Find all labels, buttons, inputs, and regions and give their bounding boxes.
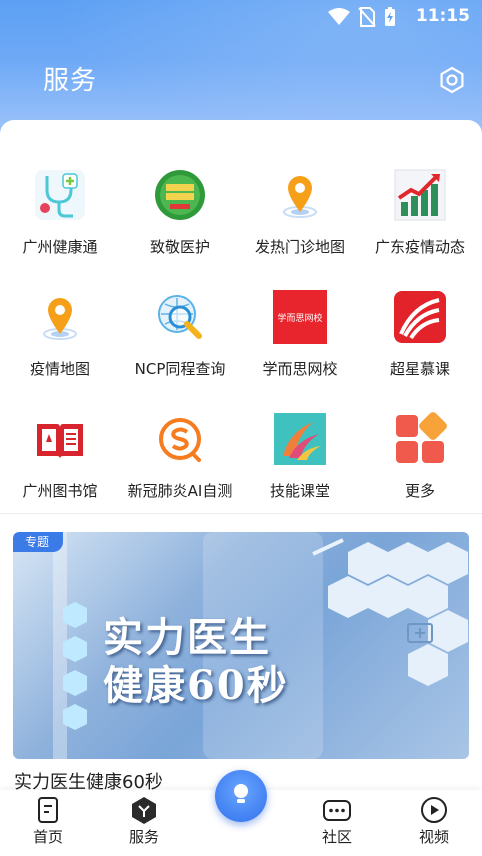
salute-medics-badge-icon — [155, 170, 205, 220]
tab-label: 首页 — [32, 828, 63, 846]
service-label: 更多 — [404, 482, 435, 500]
service-label: 广州图书馆 — [22, 482, 98, 500]
status-time: 11:15 — [415, 6, 470, 26]
service-label: 广州健康通 — [22, 238, 98, 256]
service-chaoxing-mooc[interactable]: 超星慕课 — [360, 290, 480, 400]
banner-tag: 专题 — [13, 532, 64, 552]
service-label: 发热门诊地图 — [254, 238, 345, 256]
play-circle-icon — [421, 797, 447, 823]
service-xueersi[interactable]: 学而思网校 学而思网校 — [240, 290, 360, 400]
chat-bubble-icon — [323, 800, 351, 821]
services-card: 广州健康通 致敬医护 发热门诊地图 广东疫情动态 疫情地图 NCP同程查询 学而… — [0, 120, 482, 800]
service-guangdong-epidemic[interactable]: 广东疫情动态 — [360, 168, 480, 278]
service-guangzhou-library[interactable]: 广州图书馆 — [0, 412, 120, 522]
status-icons — [328, 7, 396, 27]
service-label: 疫情地图 — [29, 360, 90, 378]
section-divider — [0, 513, 482, 514]
map-pin-icon — [43, 298, 77, 340]
service-label: 超星慕课 — [389, 360, 450, 378]
service-label: 广东疫情动态 — [374, 238, 465, 256]
tab-home[interactable]: 首页 — [0, 790, 96, 856]
wifi-icon — [328, 8, 350, 25]
tab-video[interactable]: 视频 — [386, 790, 482, 856]
service-label: 技能课堂 — [269, 482, 330, 500]
service-ncp-trip-query[interactable]: NCP同程查询 — [120, 290, 240, 400]
service-skills-class[interactable]: 技能课堂 — [240, 412, 360, 522]
service-label: 新冠肺炎AI自测 — [127, 482, 233, 500]
no-sim-icon — [358, 7, 376, 27]
service-epidemic-map[interactable]: 疫情地图 — [0, 290, 120, 400]
chaoxing-logo-icon — [394, 291, 446, 343]
tab-community[interactable]: 社区 — [289, 790, 385, 856]
banner-headline-line1: 实力医生 — [103, 614, 271, 661]
page-title: 服务 — [43, 66, 98, 96]
trend-chart-icon — [394, 169, 446, 221]
services-hexagon-icon — [132, 797, 156, 824]
feature-banner[interactable]: 专题 实力医生 健康60秒 — [13, 532, 469, 759]
center-action-button[interactable] — [215, 770, 267, 822]
settings-icon[interactable] — [438, 66, 466, 94]
magnifier-globe-icon — [158, 295, 202, 339]
skills-class-logo-icon — [274, 413, 326, 465]
banner-headline-line2: 健康60秒 — [103, 662, 289, 709]
xueersi-logo-text: 学而思网校 — [277, 313, 323, 324]
service-salute-medics[interactable]: 致敬医护 — [120, 168, 240, 278]
tab-label: 社区 — [321, 828, 352, 846]
tab-label: 服务 — [128, 828, 159, 846]
tab-label: 视频 — [418, 828, 449, 846]
tab-services[interactable]: 服务 — [96, 790, 192, 856]
map-pin-icon — [283, 176, 317, 218]
banner-headline: 实力医生 健康60秒 — [103, 614, 289, 710]
xueersi-logo-icon: 学而思网校 — [273, 290, 327, 344]
battery-charging-icon — [385, 7, 395, 26]
service-more[interactable]: 更多 — [360, 412, 480, 522]
book-icon — [37, 424, 83, 459]
status-bar: 11:15 — [0, 0, 482, 34]
home-doc-icon — [38, 797, 58, 823]
service-label: NCP同程查询 — [134, 360, 226, 378]
service-covid-ai-selftest[interactable]: 新冠肺炎AI自测 — [120, 412, 240, 522]
ai-s-logo-icon — [159, 418, 201, 462]
health-stethoscope-icon — [35, 170, 85, 220]
service-label: 学而思网校 — [262, 360, 338, 378]
service-label: 致敬医护 — [149, 238, 210, 256]
service-guangzhou-health[interactable]: 广州健康通 — [0, 168, 120, 278]
service-fever-clinic-map[interactable]: 发热门诊地图 — [240, 168, 360, 278]
lightbulb-icon — [234, 784, 248, 803]
more-tiles-icon — [396, 412, 447, 463]
